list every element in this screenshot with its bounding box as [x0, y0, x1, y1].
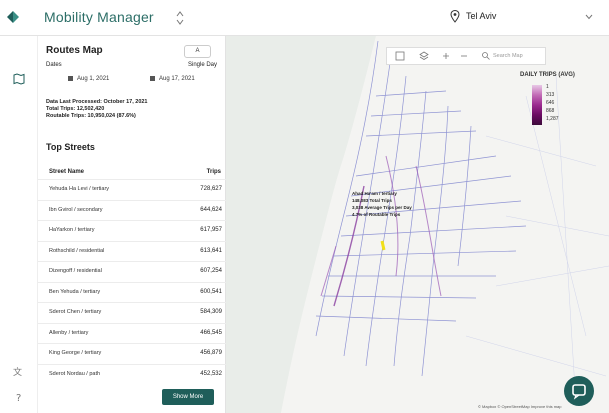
table-row[interactable]: Allenby / tertiary 466,545: [38, 322, 226, 343]
start-date-value: Aug 1, 2021: [77, 76, 110, 83]
svg-text:?: ?: [16, 393, 21, 403]
legend-value: 868: [546, 108, 555, 114]
chevron-down-icon[interactable]: [585, 14, 593, 20]
calendar-icon: [68, 76, 73, 81]
street-trips: 452,532: [200, 370, 222, 377]
street-name: Ibn Gvirol / secondary: [49, 206, 103, 213]
total-trips: Total Trips: 12,502,420: [46, 106, 105, 112]
table-row[interactable]: HaYarkon / tertiary 617,957: [38, 220, 226, 240]
top-streets-title: Top Streets: [46, 142, 95, 152]
location-pin-icon: [450, 10, 460, 23]
svg-text:文: 文: [13, 366, 22, 378]
street-name: Allenby / tertiary: [49, 329, 89, 336]
data-stats: Data Last Processed: October 17, 2021 To…: [46, 99, 148, 120]
street-trips: 466,545: [200, 329, 222, 336]
street-trips: 600,541: [200, 288, 222, 295]
trips-column-header: Trips: [206, 169, 221, 175]
app-switcher-chevron-icon[interactable]: [176, 10, 184, 26]
zoom-in-icon[interactable]: [441, 51, 451, 61]
table-row[interactable]: Sderot Chen / tertiary 584,309: [38, 302, 226, 322]
top-bar: Mobility Manager Tel Aviv: [0, 0, 609, 36]
panel-title: Routes Map: [46, 45, 103, 56]
table-row[interactable]: Ibn Gvirol / secondary 644,624: [38, 199, 226, 220]
table-row[interactable]: Rothschild / residential 613,641: [38, 240, 226, 261]
layers-icon[interactable]: [419, 51, 429, 61]
street-name: Sderot Nordau / path: [49, 370, 101, 377]
street-trips: 607,254: [200, 268, 222, 274]
tooltip-street: Ahad Ha'am / tertiary: [352, 191, 397, 196]
street-trips: 728,627: [200, 186, 222, 192]
street-name: Sderot Chen / tertiary: [49, 309, 102, 315]
map-toolbar: Search Map: [386, 47, 546, 65]
search-icon: [482, 52, 490, 60]
city-selector[interactable]: Tel Aviv: [466, 11, 496, 21]
chat-button[interactable]: [564, 376, 594, 406]
map-search-input[interactable]: Search Map: [493, 53, 523, 59]
legend-value: 313: [546, 92, 555, 98]
street-name: HaYarkon / tertiary: [49, 227, 95, 233]
end-date-value: Aug 17, 2021: [159, 76, 195, 83]
tooltip-average: 3,038 Average Trips per Day: [352, 205, 412, 210]
legend-value: 1,287: [546, 116, 559, 122]
show-more-button[interactable]: Show More: [162, 389, 214, 405]
calendar-icon: [150, 76, 155, 81]
table-row[interactable]: Sderot Nordau / path 452,532: [38, 363, 226, 384]
street-tooltip: Ahad Ha'am / tertiary 148,083 Total Trip…: [352, 190, 412, 218]
end-date-field[interactable]: Aug 17, 2021: [150, 76, 195, 82]
street-trips: 644,624: [200, 206, 222, 213]
map-legend: DAILY TRIPS (AVG) 1 313 646 868 1,287: [520, 72, 582, 134]
zoom-out-icon[interactable]: [459, 51, 469, 61]
nav-rail: 文 ?: [0, 36, 38, 413]
translate-icon[interactable]: 文: [13, 366, 25, 378]
legend-title: DAILY TRIPS (AVG): [520, 72, 575, 78]
street-trips: 613,641: [200, 247, 222, 254]
street-name: Yehuda Ha Levi / tertiary: [49, 186, 110, 192]
app-title: Mobility Manager: [44, 9, 154, 25]
single-day-toggle[interactable]: Single Day: [188, 62, 217, 68]
tooltip-share: 4.7% of Routable Trips: [352, 212, 401, 217]
legend-color-scale: [532, 85, 542, 125]
last-processed: Data Last Processed: October 17, 2021: [46, 99, 148, 105]
table-row[interactable]: King George / tertiary 456,879: [38, 343, 226, 363]
legend-value: 646: [546, 100, 555, 106]
app-logo-icon: [7, 11, 19, 23]
street-trips: 456,879: [200, 350, 222, 356]
tooltip-total: 148,083 Total Trips: [352, 198, 392, 203]
street-trips: 617,957: [200, 227, 222, 233]
table-row[interactable]: Ben Yehuda / tertiary 600,541: [38, 281, 226, 302]
start-date-field[interactable]: Aug 1, 2021: [68, 76, 109, 82]
table-row[interactable]: Dizengoff / residential 607,254: [38, 261, 226, 281]
draw-icon[interactable]: [395, 51, 405, 61]
help-icon[interactable]: ?: [13, 391, 25, 403]
chat-bubble-icon: [572, 384, 586, 400]
routes-panel: Routes Map A Dates Single Day Aug 1, 202…: [38, 36, 226, 413]
map-icon[interactable]: [13, 73, 25, 85]
street-name: Rothschild / residential: [49, 247, 105, 254]
street-trips: 584,309: [200, 309, 222, 315]
street-column-header: Street Name: [49, 169, 85, 175]
ab-toggle-button[interactable]: A: [184, 45, 211, 58]
map-attribution[interactable]: © Mapbox © OpenStreetMap Improve this ma…: [478, 404, 562, 409]
street-name: Ben Yehuda / tertiary: [49, 288, 101, 295]
dates-label: Dates: [46, 62, 62, 68]
legend-value: 1: [546, 84, 549, 90]
table-row[interactable]: Yehuda Ha Levi / tertiary 728,627: [38, 179, 226, 199]
street-name: Dizengoff / residential: [49, 268, 102, 274]
routable-trips: Routable Trips: 10,950,024 (87.6%): [46, 113, 136, 119]
street-name: King George / tertiary: [49, 350, 102, 356]
